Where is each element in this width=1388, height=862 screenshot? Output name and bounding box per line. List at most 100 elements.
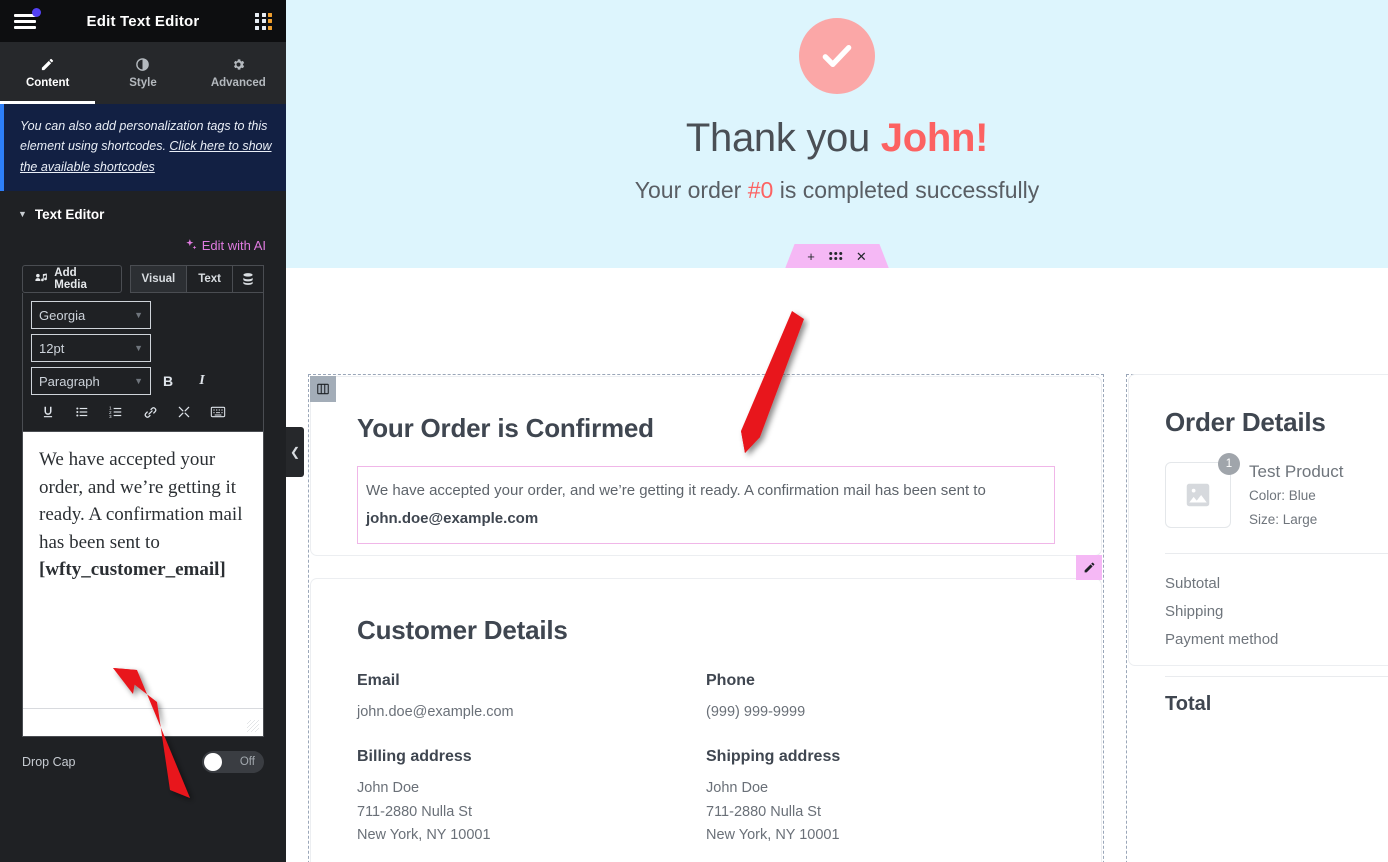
preview-canvas: Thank you John! Your order #0 is complet… xyxy=(286,0,1388,862)
divider-2 xyxy=(1165,676,1388,678)
section-header-text-editor[interactable]: ▼ Text Editor xyxy=(0,191,286,234)
subtitle-post: is completed successfully xyxy=(773,177,1040,203)
tab-content[interactable]: Content xyxy=(0,42,96,104)
keyboard-shortcuts-icon[interactable] xyxy=(201,401,235,423)
chevron-down-icon: ▼ xyxy=(134,310,143,321)
editor-textarea[interactable]: We have accepted your order, and we’re g… xyxy=(22,432,264,738)
numbered-list-icon[interactable]: 123 xyxy=(99,401,133,423)
phone-label: Phone xyxy=(706,672,755,689)
address-grid: Billing address John Doe 711-2880 Nulla … xyxy=(357,748,1055,847)
panel-title: Edit Text Editor xyxy=(86,12,200,30)
resize-grip-icon[interactable] xyxy=(247,720,259,733)
billing-line-3: New York, NY 10001 xyxy=(357,827,491,844)
link-icon[interactable] xyxy=(133,401,167,423)
order-status-subtitle: Your order #0 is completed successfully xyxy=(635,177,1039,204)
order-confirmed-heading: Your Order is Confirmed xyxy=(357,413,654,443)
font-size-select[interactable]: 12pt ▼ xyxy=(31,334,151,363)
svg-text:3: 3 xyxy=(109,414,112,419)
totals-row-shipping: Shipping xyxy=(1165,602,1224,620)
pencil-edit-icon[interactable] xyxy=(1076,555,1102,580)
tab-content-label: Content xyxy=(25,77,70,89)
editor-status-bar xyxy=(23,708,263,737)
email-value: john.doe@example.com xyxy=(357,704,514,720)
contact-grid: Email john.doe@example.com Phone (999) 9… xyxy=(357,672,1055,724)
tab-style[interactable]: Style xyxy=(95,42,190,104)
tab-advanced[interactable]: Advanced xyxy=(191,42,286,104)
drag-handle-icon[interactable] xyxy=(828,252,842,260)
thank-you-title: Thank you John! xyxy=(686,116,989,161)
font-family-select[interactable]: Georgia ▼ xyxy=(31,301,151,330)
edit-with-ai-label: Edit with AI xyxy=(201,237,266,253)
plus-icon[interactable]: + xyxy=(807,250,815,263)
product-info: Test Product Color: Blue Size: Large xyxy=(1249,462,1344,531)
product-attr-color: Color: Blue xyxy=(1249,488,1316,503)
personalization-notice: You can also add personalization tags to… xyxy=(0,104,286,191)
hamburger-icon[interactable] xyxy=(14,8,41,30)
thank-you-hero: Thank you John! Your order #0 is complet… xyxy=(286,0,1388,268)
order-confirmed-card: Your Order is Confirmed We have accepted… xyxy=(310,376,1102,556)
close-icon[interactable]: ✕ xyxy=(856,250,867,263)
dropcap-toggle[interactable]: Off xyxy=(202,751,264,774)
edit-with-ai-button[interactable]: Edit with AI xyxy=(184,238,266,253)
totals-row-subtotal: Subtotal xyxy=(1165,574,1221,592)
quantity-badge: 1 xyxy=(1218,453,1240,475)
bold-button[interactable]: B xyxy=(151,373,185,389)
product-attr-size: Size: Large xyxy=(1249,512,1318,528)
font-family-value: Georgia xyxy=(39,307,86,323)
editor-format-toolbar: Georgia ▼ 12pt ▼ Paragraph ▼ B I 1 2 3 xyxy=(22,293,264,433)
selected-text-widget[interactable]: We have accepted your order, and we’re g… xyxy=(357,466,1055,544)
customer-details-card: Customer Details Email john.doe@example.… xyxy=(310,555,1102,862)
email-label: Email xyxy=(357,672,400,689)
chevron-down-icon: ▼ xyxy=(134,376,143,387)
tab-style-label: Style xyxy=(129,77,157,89)
subtitle-pre: Your order xyxy=(634,177,748,203)
wp-editor: Add Media Visual Text Georgia ▼ 12pt ▼ P… xyxy=(22,265,264,738)
bullet-list-icon[interactable] xyxy=(65,401,99,423)
ai-row: Edit with AI xyxy=(0,234,286,266)
add-media-label: Add Media xyxy=(54,267,87,292)
editor-content-shortcode: [wfty_customer_email] xyxy=(39,559,226,581)
format-select[interactable]: Paragraph ▼ xyxy=(31,367,151,396)
tab-visual[interactable]: Visual xyxy=(129,265,187,294)
dropcap-state: Off xyxy=(239,756,255,769)
billing-line-1: John Doe xyxy=(357,780,420,797)
tab-text[interactable]: Text xyxy=(186,265,232,294)
sparkles-icon xyxy=(186,239,197,250)
database-icon[interactable] xyxy=(232,265,264,294)
pencil-icon xyxy=(42,58,54,71)
editor-content-plain: We have accepted your order, and we’re g… xyxy=(39,449,243,553)
check-circle-icon xyxy=(799,18,875,94)
panel-collapse-button[interactable]: ❮ xyxy=(286,427,304,477)
order-details-card: Order Details 1 Test Product Color: Blue… xyxy=(1128,374,1388,715)
billing-address-label: Billing address xyxy=(357,748,472,766)
order-number: #0 xyxy=(747,177,774,203)
italic-button[interactable]: I xyxy=(185,373,219,389)
grid-apps-icon[interactable] xyxy=(255,12,272,30)
customer-details-heading: Customer Details xyxy=(357,615,568,645)
app-root: Edit Text Editor Content Style Advanced xyxy=(0,0,1388,862)
shipping-line-1: John Doe xyxy=(706,780,769,797)
column-layout-icon[interactable] xyxy=(310,376,336,402)
phone-value: (999) 999-9999 xyxy=(706,704,806,720)
chevron-down-icon: ▼ xyxy=(134,343,143,354)
contrast-circle-icon xyxy=(136,58,150,71)
total-label: Total xyxy=(1165,693,1212,716)
fullscreen-icon[interactable] xyxy=(167,401,201,423)
email-field-block: Email john.doe@example.com xyxy=(357,672,706,724)
chevron-down-icon: ▼ xyxy=(18,209,27,220)
shipping-address-block: Shipping address John Doe 711-2880 Nulla… xyxy=(706,748,1055,847)
tab-advanced-label: Advanced xyxy=(210,77,266,89)
underline-icon[interactable] xyxy=(31,401,65,423)
thank-you-name: John! xyxy=(880,116,989,160)
shipping-line-3: New York, NY 10001 xyxy=(706,827,840,844)
section-toolbar: + ✕ xyxy=(785,244,889,268)
add-media-button[interactable]: Add Media xyxy=(22,265,122,294)
billing-line-2: 711-2880 Nulla St xyxy=(357,803,473,820)
billing-address-block: Billing address John Doe 711-2880 Nulla … xyxy=(357,748,706,847)
editor-icon-row: 123 xyxy=(31,395,255,425)
totals-row-payment-method: Payment method xyxy=(1165,631,1279,649)
product-thumbnail-wrap: 1 xyxy=(1165,453,1240,528)
editor-top-bar: Add Media Visual Text xyxy=(22,265,264,294)
shipping-address-value: John Doe 711-2880 Nulla St New York, NY … xyxy=(706,777,1055,847)
media-icon xyxy=(35,273,47,282)
